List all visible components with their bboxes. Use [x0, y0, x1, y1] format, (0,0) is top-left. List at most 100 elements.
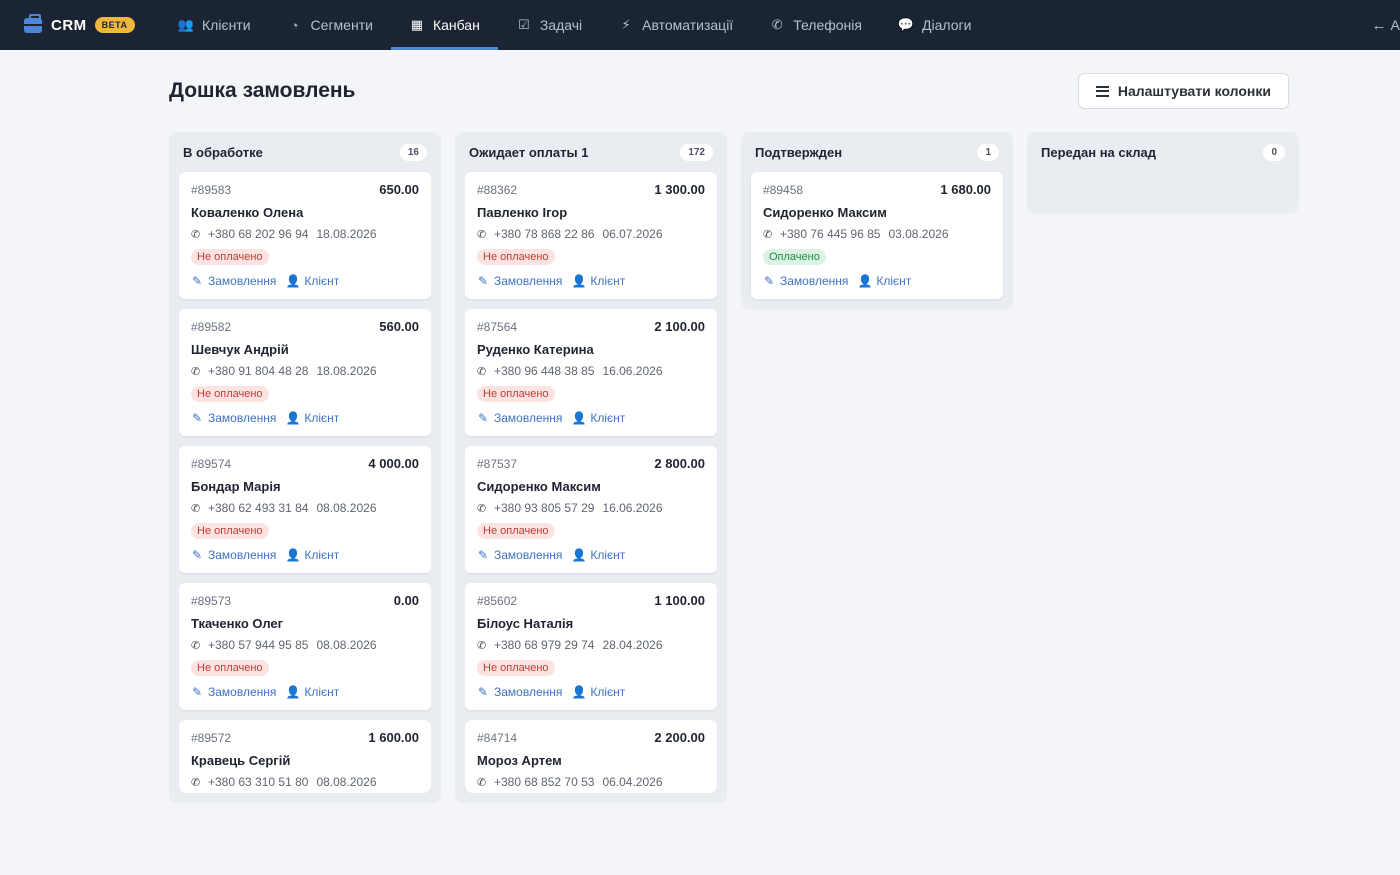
- order-card[interactable]: #89583 650.00 Коваленко Олена ✆ +380 68 202 …: [179, 172, 431, 299]
- order-meta: ✆ +380 93 805 57 29 16.06.2026: [477, 501, 705, 515]
- order-meta: ✆ +380 62 493 31 84 08.08.2026: [191, 501, 419, 515]
- order-meta: ✆ +380 68 979 29 74 28.04.2026: [477, 638, 705, 652]
- payment-status-badge: Не оплачено: [191, 660, 269, 676]
- edit-order-link[interactable]: ✎ Замовлення: [477, 274, 562, 288]
- edit-order-link[interactable]: ✎ Замовлення: [191, 411, 276, 425]
- edit-order-label: Замовлення: [208, 548, 277, 562]
- phone-icon: ✆: [477, 365, 487, 378]
- nav-item-label: Канбан: [432, 17, 480, 33]
- edit-order-link[interactable]: ✎ Замовлення: [477, 685, 562, 699]
- client-link[interactable]: 👤 Клієнт: [572, 274, 626, 288]
- card-header: #89458 1 680.00: [763, 182, 991, 197]
- edit-order-link[interactable]: ✎ Замовлення: [763, 274, 848, 288]
- order-card[interactable]: #89572 1 600.00 Кравець Сергій ✆ +380 63 310…: [179, 720, 431, 793]
- column-title: Передан на склад: [1041, 144, 1157, 160]
- nav-item-label: Сегменти: [310, 17, 373, 33]
- order-card[interactable]: #89582 560.00 Шевчук Андрій ✆ +380 91 804 48…: [179, 309, 431, 436]
- client-phone: +380 57 944 95 85: [208, 638, 309, 652]
- client-link-label: Клієнт: [590, 274, 626, 288]
- client-link[interactable]: 👤 Клієнт: [286, 548, 339, 562]
- nav-item-4[interactable]: ⚡ Автоматизації: [600, 0, 751, 50]
- order-number: #84714: [477, 730, 518, 745]
- edit-order-link[interactable]: ✎ Замовлення: [191, 274, 276, 288]
- client-link-label: Клієнт: [590, 685, 626, 699]
- client-link[interactable]: 👤 Клієнт: [571, 411, 625, 425]
- client-link[interactable]: 👤 Клієнт: [286, 411, 339, 425]
- order-card[interactable]: #89574 4 000.00 Бондар Марія ✆ +380 62 493 3…: [179, 446, 431, 573]
- client-link-label: Клієнт: [590, 548, 626, 562]
- payment-status-badge: Не оплачено: [477, 249, 555, 265]
- order-amount: 2 200.00: [654, 730, 705, 745]
- sliders-icon: [1095, 85, 1109, 97]
- order-meta: ✆ +380 68 202 96 94 18.08.2026: [191, 227, 419, 241]
- nav-item-3[interactable]: ☑ Задачі: [498, 0, 600, 50]
- column-cards-viewport: #89583 650.00 Коваленко Олена ✆ +380 68 202 …: [179, 172, 431, 793]
- order-card[interactable]: #89573 0.00 Ткаченко Олег ✆ +380 57 944 95 8…: [179, 583, 431, 710]
- nav-item-6[interactable]: 💬 Діалоги: [880, 0, 989, 50]
- order-number: #89574: [191, 456, 232, 471]
- column-cards-viewport: #88362 1 300.00 Павленко Ігор ✆ +380 78 868 …: [465, 172, 717, 793]
- edit-order-link[interactable]: ✎ Замовлення: [477, 411, 562, 425]
- order-card[interactable]: #87564 2 100.00 Руденко Катерина ✆ +380 96 4…: [465, 309, 717, 436]
- client-link[interactable]: 👤 Клієнт: [858, 274, 911, 288]
- client-name: Руденко Катерина: [477, 342, 594, 357]
- client-name: Сидоренко Максим: [477, 479, 601, 494]
- nav-item-2[interactable]: ▦ Канбан: [390, 0, 498, 50]
- column-count-badge: 16: [399, 143, 427, 161]
- comments-icon: 💬: [897, 17, 915, 32]
- client-phone: +380 68 202 96 94: [208, 227, 309, 241]
- pencil-icon: ✎: [191, 548, 203, 562]
- order-card[interactable]: #87537 2 800.00 Сидоренко Максим ✆ +380 93 8…: [465, 446, 717, 573]
- order-card[interactable]: #88362 1 300.00 Павленко Ігор ✆ +380 78 868 …: [465, 172, 717, 299]
- client-name: Бондар Марія: [191, 479, 281, 494]
- back-link[interactable]: ← Ад: [1371, 0, 1400, 50]
- client-name: Білоус Наталія: [477, 616, 574, 631]
- nav-item-5[interactable]: ✆ Телефонія: [751, 0, 880, 50]
- pencil-icon: ✎: [477, 411, 489, 425]
- card-header: #89573 0.00: [191, 593, 419, 608]
- nav-item-0[interactable]: 👥 Клієнти: [160, 0, 269, 50]
- client-link-label: Клієнт: [304, 274, 340, 288]
- column-header: В обработке 16: [179, 132, 431, 172]
- client-phone: +380 68 979 29 74: [494, 638, 595, 652]
- client-link[interactable]: 👤 Клієнт: [572, 685, 626, 699]
- nav-item-label: Автоматизації: [642, 17, 734, 33]
- edit-order-label: Замовлення: [494, 274, 563, 288]
- order-date: 06.04.2026: [602, 775, 663, 789]
- payment-status-badge: Не оплачено: [477, 523, 555, 539]
- payment-status-badge: Не оплачено: [191, 386, 269, 402]
- column-cards: #88362 1 300.00 Павленко Ігор ✆ +380 78 868 …: [465, 172, 717, 793]
- client-link-label: Клієнт: [304, 685, 340, 699]
- payment-status-badge: Не оплачено: [191, 523, 269, 539]
- client-name: Кравець Сергій: [191, 753, 291, 768]
- nav-item-1[interactable]: ◔ Сегменти: [269, 0, 391, 50]
- kanban-column: В обработке 16 #89583 650.00 Коваленко Олена…: [169, 132, 441, 803]
- page-header: Дошка замовлень Налаштувати колонки: [169, 50, 1289, 132]
- card-header: #89582 560.00: [191, 319, 419, 334]
- card-header: #89583 650.00: [191, 182, 419, 197]
- client-link[interactable]: 👤 Клієнт: [286, 685, 340, 699]
- order-amount: 650.00: [379, 182, 419, 197]
- configure-columns-button[interactable]: Налаштувати колонки: [1077, 73, 1289, 109]
- brand[interactable]: CRM BETA: [0, 13, 160, 34]
- edit-order-link[interactable]: ✎ Замовлення: [477, 548, 562, 562]
- user-icon: 👤: [571, 411, 587, 425]
- order-number: #89572: [191, 730, 232, 745]
- order-card[interactable]: #85602 1 100.00 Білоус Наталія ✆ +380 68 979…: [465, 583, 717, 710]
- order-card[interactable]: #84714 2 200.00 Мороз Артем ✆ +380 68 852 70…: [465, 720, 717, 793]
- edit-order-link[interactable]: ✎ Замовлення: [191, 685, 276, 699]
- client-link[interactable]: 👤 Клієнт: [286, 274, 340, 288]
- order-date: 28.04.2026: [602, 638, 663, 652]
- edit-order-link[interactable]: ✎ Замовлення: [191, 548, 276, 562]
- order-card[interactable]: #89458 1 680.00 Сидоренко Максим ✆ +380 76 4…: [751, 172, 1003, 299]
- client-name: Шевчук Андрій: [191, 342, 289, 357]
- card-actions: ✎ Замовлення 👤 Клієнт: [191, 548, 419, 562]
- client-phone: +380 68 852 70 53: [494, 775, 595, 789]
- beta-badge: BETA: [94, 17, 135, 33]
- client-name: Сидоренко Максим: [763, 205, 887, 220]
- order-number: #87537: [477, 456, 518, 471]
- order-meta: ✆ +380 96 448 38 85 16.06.2026: [477, 364, 705, 378]
- order-number: #89573: [191, 593, 232, 608]
- client-link[interactable]: 👤 Клієнт: [572, 548, 626, 562]
- pencil-icon: ✎: [191, 685, 203, 699]
